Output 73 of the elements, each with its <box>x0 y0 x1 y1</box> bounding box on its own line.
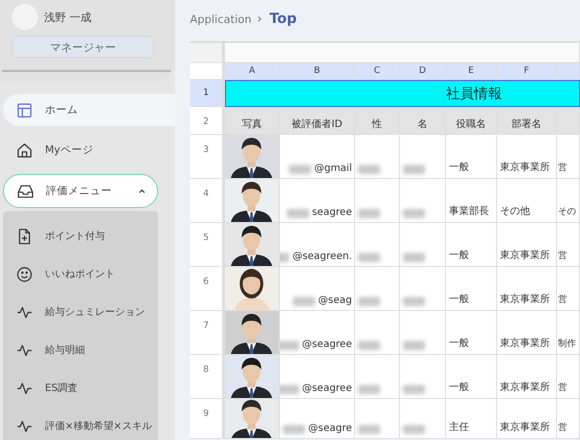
select-all-corner[interactable] <box>190 63 225 80</box>
table-cell: 東京事業所 <box>497 267 557 311</box>
table-cell: 事業部長 <box>446 179 497 223</box>
row-header[interactable]: 2 <box>190 107 225 135</box>
table-cell: 一般 <box>446 311 497 355</box>
column-header[interactable] <box>557 63 580 80</box>
table-cell: 営 <box>557 135 580 179</box>
column-header[interactable]: F <box>497 63 557 80</box>
house-icon <box>16 142 33 158</box>
table-cell: 営 <box>557 267 580 311</box>
nav-item[interactable]: Myページ <box>0 134 175 166</box>
table-cell: 東京事業所 <box>497 311 557 355</box>
email-text: seagree <box>312 207 352 218</box>
table-cell: 一般 <box>446 355 497 399</box>
table-cell: 東京事業所 <box>497 399 557 439</box>
column-header[interactable]: C <box>355 63 400 80</box>
submenu-item[interactable]: ES調査 <box>3 369 158 407</box>
role-button[interactable]: マネージャー <box>12 36 154 58</box>
table-cell: 主任 <box>446 399 497 439</box>
file-plus-icon <box>16 228 33 244</box>
email-text: @seagree <box>302 383 352 394</box>
row-header[interactable]: 1 <box>190 80 225 107</box>
table-cell: 一般 <box>446 223 497 267</box>
column-heading: 性 <box>355 107 400 135</box>
column-heading: 役職名 <box>446 107 497 135</box>
chevron-right-icon <box>256 15 264 23</box>
breadcrumb-link[interactable]: Application <box>190 12 252 26</box>
table-cell: 一般 <box>446 135 497 179</box>
column-heading: 部署名 <box>497 107 557 135</box>
submenu-item[interactable]: 給与明細 <box>3 331 158 369</box>
email-text: @seag <box>318 295 352 306</box>
row-header[interactable]: 7 <box>190 311 225 355</box>
table-cell: 営 <box>557 355 580 399</box>
table-cell: 一般 <box>446 267 497 311</box>
menu-group[interactable]: 評価メニュー <box>3 174 158 208</box>
row-header[interactable]: 6 <box>190 267 225 311</box>
email-text: @seagre <box>308 423 352 434</box>
row-header[interactable]: 8 <box>190 355 225 399</box>
row-header[interactable]: 4 <box>190 179 225 223</box>
column-header[interactable]: A <box>225 63 280 80</box>
column-header[interactable]: E <box>446 63 497 80</box>
column-heading: 名 <box>400 107 446 135</box>
table-cell: 営 <box>557 399 580 439</box>
sheet-corner[interactable] <box>190 43 225 63</box>
nav-item[interactable]: ホーム <box>3 94 175 126</box>
column-header[interactable]: B <box>280 63 355 80</box>
table-cell: 東京事業所 <box>497 355 557 399</box>
email-text: @seagree <box>302 339 352 350</box>
table-cell: その他 <box>497 179 557 223</box>
table-cell: その <box>557 179 580 223</box>
table-cell: 営 <box>557 223 580 267</box>
inbox-icon <box>17 182 34 200</box>
column-heading: 被評価者ID <box>280 107 355 135</box>
table-cell: 制作 <box>557 311 580 355</box>
email-text: @gmail <box>314 163 352 174</box>
layout-icon <box>16 102 33 118</box>
table-cell: 東京事業所 <box>497 223 557 267</box>
submenu-item[interactable]: 給与シュミレーション <box>3 293 158 331</box>
sheet-title: 社員情報 <box>225 80 580 107</box>
row-header[interactable]: 9 <box>190 399 225 439</box>
formula-bar[interactable] <box>225 43 580 63</box>
table-cell: 東京事業所 <box>497 135 557 179</box>
row-header[interactable]: 3 <box>190 135 225 179</box>
user-name: 浅野 一成 <box>44 10 92 24</box>
smiley-icon <box>16 266 33 282</box>
column-header[interactable]: D <box>400 63 446 80</box>
email-text: @seagreen. <box>292 251 352 262</box>
submenu-item[interactable]: ポイント付与 <box>3 217 158 255</box>
breadcrumb-link[interactable]: Top <box>269 11 297 27</box>
submenu-item[interactable]: 評価×移動希望×スキル <box>3 407 158 440</box>
column-heading: 写真 <box>225 107 280 135</box>
row-header[interactable]: 5 <box>190 223 225 267</box>
submenu-item[interactable]: いいねポイント <box>3 255 158 293</box>
